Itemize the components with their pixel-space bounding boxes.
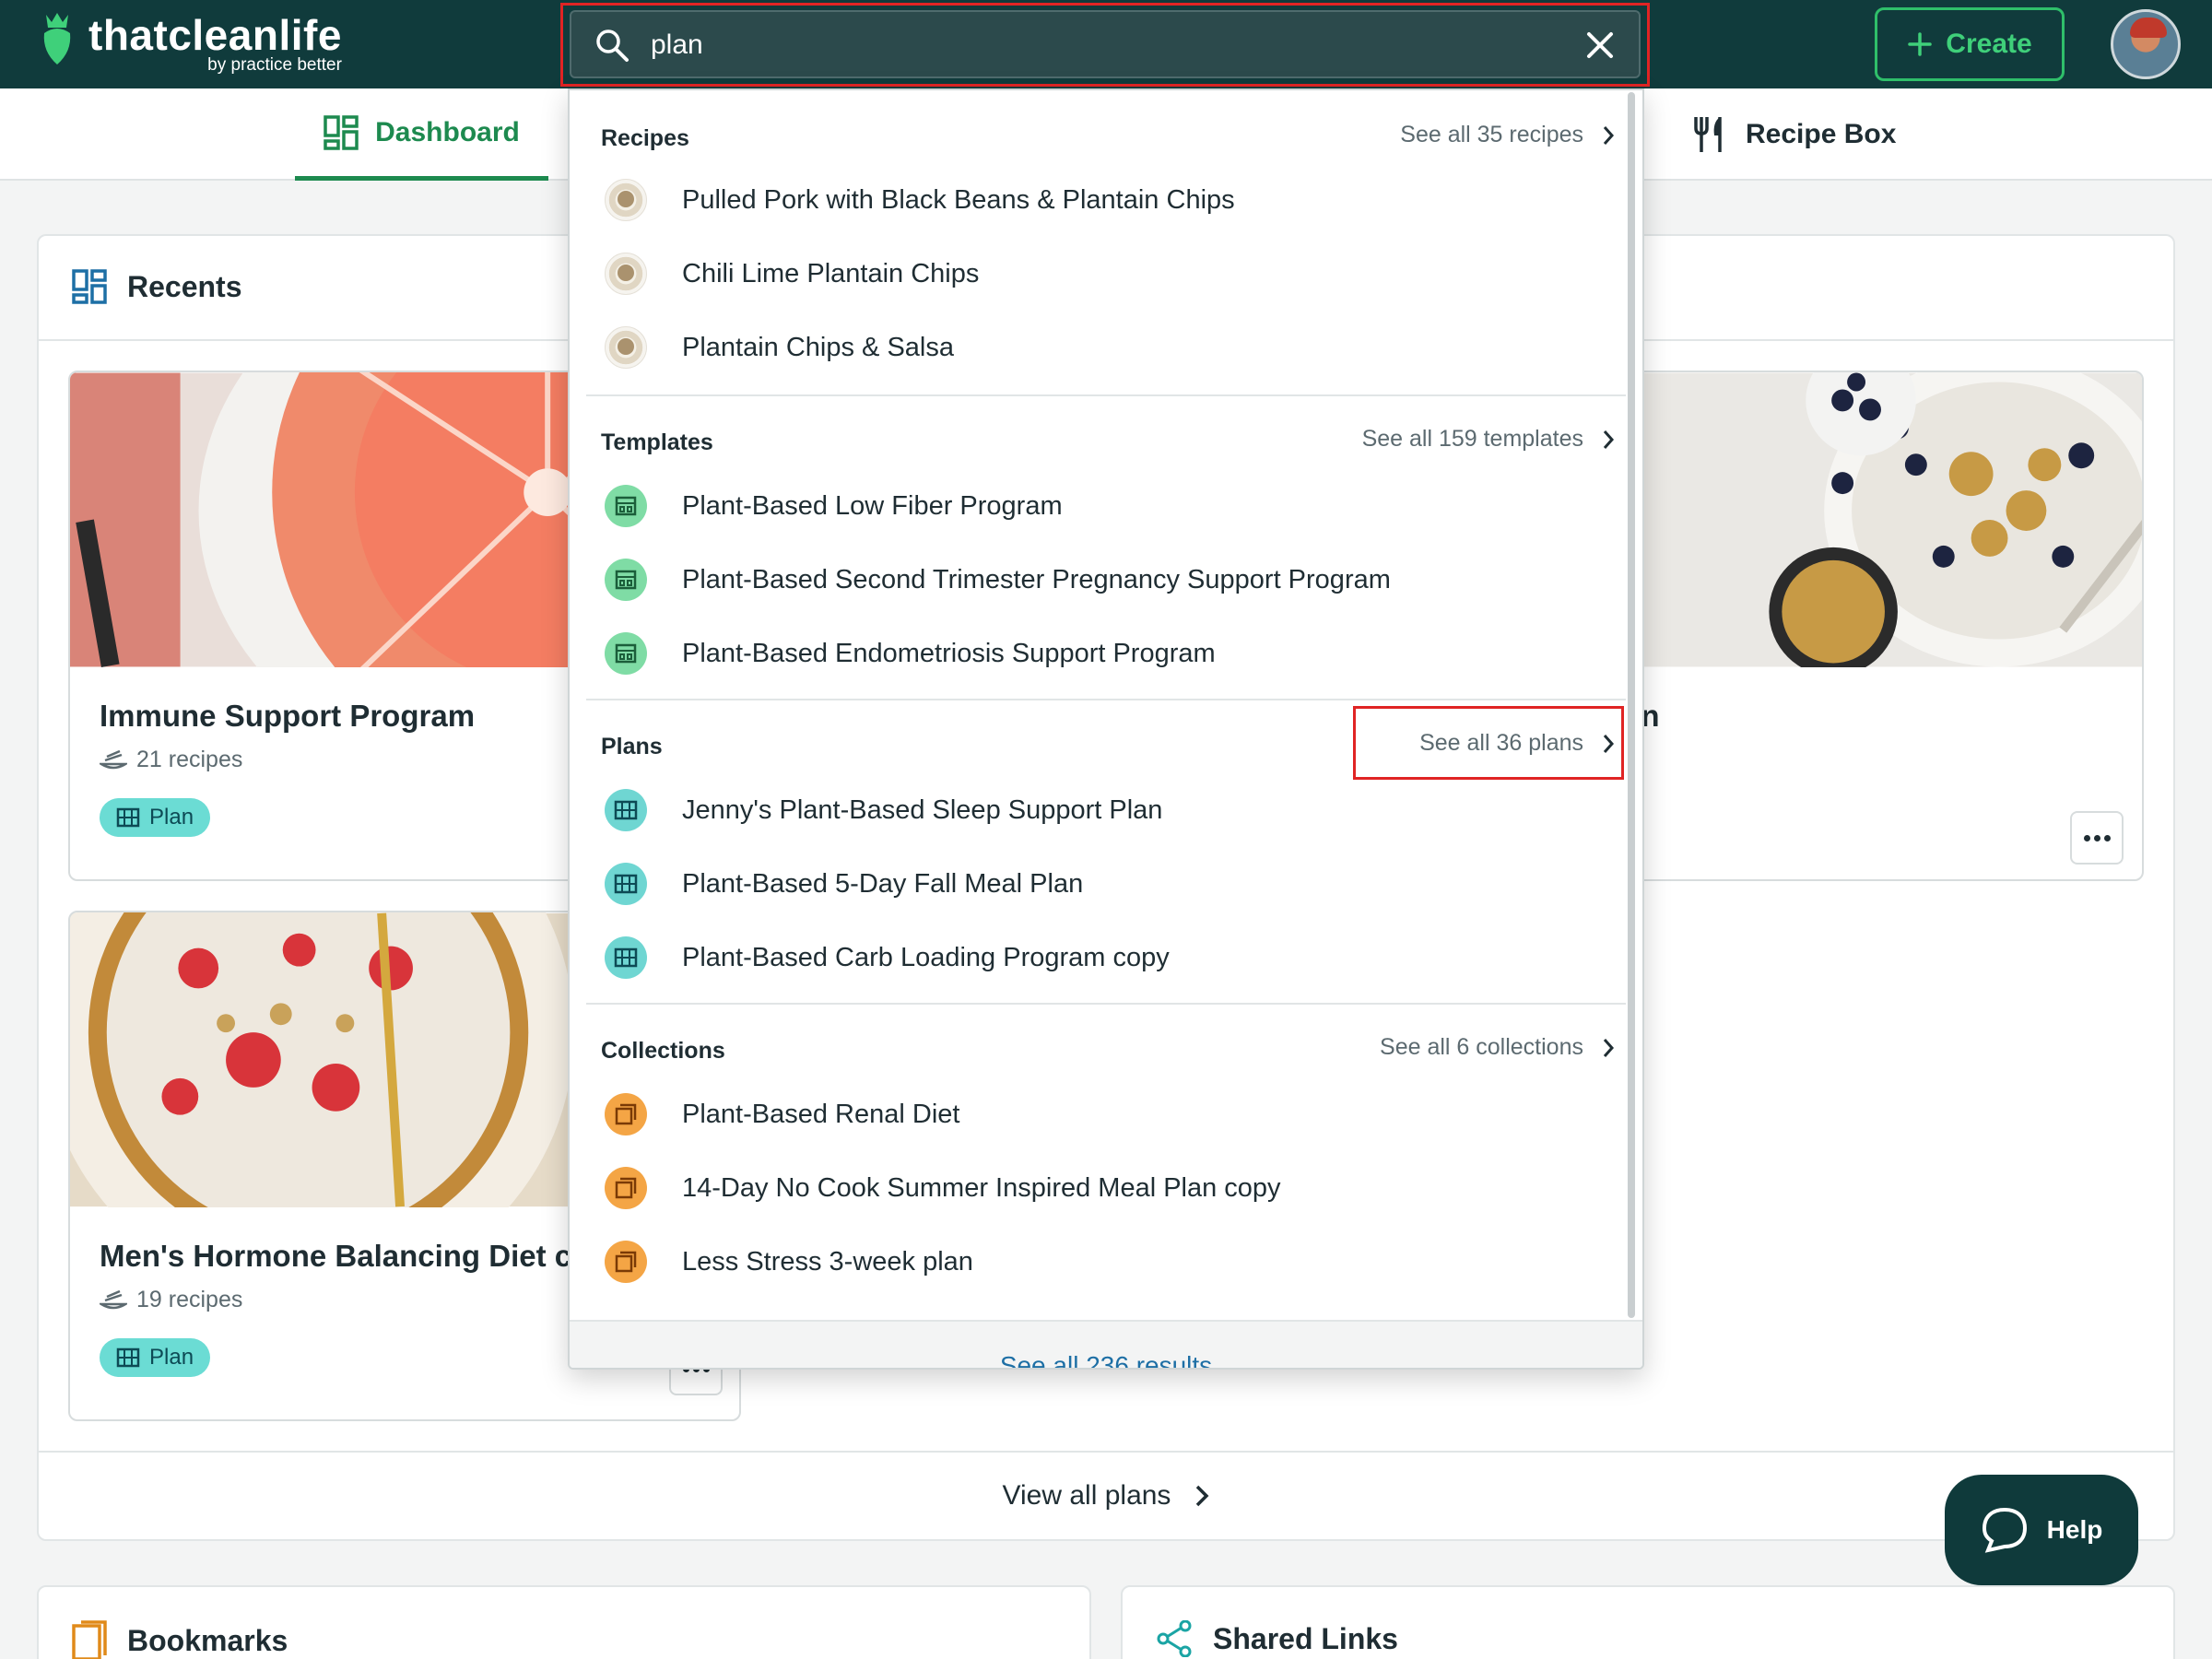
search-result-recipe[interactable]: Chili Lime Plantain Chips — [605, 241, 979, 306]
see-all-plans-highlight — [1353, 706, 1624, 780]
plan-badge: Plan — [100, 1338, 211, 1377]
card-recipe-count: 21 recipes — [136, 747, 243, 772]
see-all-collections-link[interactable]: See all 6 collections — [1380, 1034, 1615, 1061]
search-result-plan[interactable]: Plant-Based Carb Loading Program copy — [605, 925, 1170, 990]
search-result-collection[interactable]: 14-Day No Cook Summer Inspired Meal Plan… — [605, 1156, 1281, 1220]
tab-dashboard-label: Dashboard — [375, 116, 520, 147]
create-label: Create — [1946, 29, 2032, 59]
recipe-thumbnail — [605, 326, 647, 369]
dish-icon — [100, 749, 127, 769]
help-button[interactable]: Help — [1945, 1475, 2138, 1585]
plan-grid-icon — [605, 789, 647, 831]
chevron-right-icon — [1603, 125, 1615, 145]
plan-badge-label: Plan — [149, 1345, 194, 1370]
collection-icon — [605, 1093, 647, 1135]
carrot-logo-icon — [43, 13, 71, 65]
create-button[interactable]: Create — [1875, 7, 2065, 81]
view-all-plans-label: View all plans — [1002, 1480, 1171, 1511]
template-icon — [605, 559, 647, 601]
avatar[interactable] — [2111, 9, 2181, 79]
section-title: Collections — [601, 1038, 725, 1064]
collection-icon — [605, 1167, 647, 1209]
chevron-right-icon — [1603, 1038, 1615, 1057]
search-result-template[interactable]: Plant-Based Second Trimester Pregnancy S… — [605, 547, 1391, 612]
plus-icon — [1908, 32, 1933, 56]
see-all-results-footer[interactable]: See all 236 results — [570, 1320, 1642, 1368]
template-icon — [605, 632, 647, 675]
search-result-collection[interactable]: Plant-Based Renal Diet — [605, 1082, 959, 1147]
plan-grid-icon — [116, 807, 140, 828]
fork-knife-icon — [1694, 117, 1722, 152]
template-icon — [605, 485, 647, 527]
top-bar: thatcleanlife by practice better Create — [0, 0, 2212, 88]
share-icon — [1157, 1620, 1192, 1657]
recipe-thumbnail — [605, 179, 647, 221]
see-all-templates-link[interactable]: See all 159 templates — [1362, 426, 1615, 453]
view-all-plans-link[interactable]: View all plans — [39, 1480, 2173, 1512]
collection-icon — [605, 1241, 647, 1283]
search-result-template[interactable]: Plant-Based Endometriosis Support Progra… — [605, 621, 1216, 686]
recents-title: Recents — [127, 269, 242, 303]
shared-links-title: Shared Links — [1213, 1621, 1398, 1655]
recents-icon — [72, 269, 107, 304]
see-all-recipes-link[interactable]: See all 35 recipes — [1400, 122, 1615, 148]
plan-grid-icon — [605, 863, 647, 905]
dashboard-icon — [324, 114, 359, 150]
section-title: Recipes — [601, 125, 689, 151]
plan-badge: Plan — [100, 798, 211, 837]
chevron-right-icon — [1603, 429, 1615, 449]
scrollbar[interactable] — [1628, 92, 1635, 1318]
bookmarks-title: Bookmarks — [127, 1623, 288, 1657]
recipe-thumbnail — [605, 253, 647, 295]
close-icon[interactable] — [1583, 29, 1617, 62]
search-result-recipe[interactable]: Plantain Chips & Salsa — [605, 315, 954, 380]
card-recipe-count: 19 recipes — [136, 1287, 243, 1312]
search-result-plan[interactable]: Plant-Based 5-Day Fall Meal Plan — [605, 852, 1083, 916]
search-result-template[interactable]: Plant-Based Low Fiber Program — [605, 474, 1063, 538]
tab-recipe-box-label: Recipe Box — [1746, 119, 1897, 149]
help-label: Help — [2046, 1515, 2103, 1544]
bookmark-icon — [72, 1620, 107, 1659]
search-icon — [596, 29, 629, 62]
tab-recipe-box[interactable]: Recipe Box — [1692, 88, 1896, 181]
tab-dashboard[interactable]: Dashboard — [295, 88, 548, 181]
search-result-plan[interactable]: Jenny's Plant-Based Sleep Support Plan — [605, 778, 1162, 842]
app-name: thatcleanlife — [88, 11, 342, 59]
more-options-button[interactable] — [2070, 811, 2124, 865]
see-all-results-link[interactable]: See all 236 results — [570, 1351, 1642, 1368]
section-title: Plans — [601, 734, 663, 759]
search-input[interactable] — [651, 25, 1535, 65]
chat-bubble-icon — [1982, 1507, 2027, 1553]
plan-grid-icon — [116, 1347, 140, 1368]
card-title: Men's Hormone Balancing Diet co — [100, 1239, 591, 1273]
plan-grid-icon — [605, 936, 647, 979]
search-box[interactable] — [570, 10, 1641, 78]
search-result-recipe[interactable]: Pulled Pork with Black Beans & Plantain … — [605, 168, 1235, 232]
plan-badge-label: Plan — [149, 805, 194, 830]
logo[interactable]: thatcleanlife by practice better — [39, 11, 342, 76]
section-title: Templates — [601, 429, 713, 455]
card-title: Immune Support Program — [100, 699, 476, 733]
search-result-collection[interactable]: Less Stress 3-week plan — [605, 1230, 973, 1294]
bookmarks-panel: Bookmarks — [37, 1585, 1091, 1659]
shared-links-panel: Shared Links — [1121, 1585, 2175, 1659]
chevron-right-icon — [1196, 1485, 1209, 1507]
dish-icon — [100, 1289, 127, 1309]
